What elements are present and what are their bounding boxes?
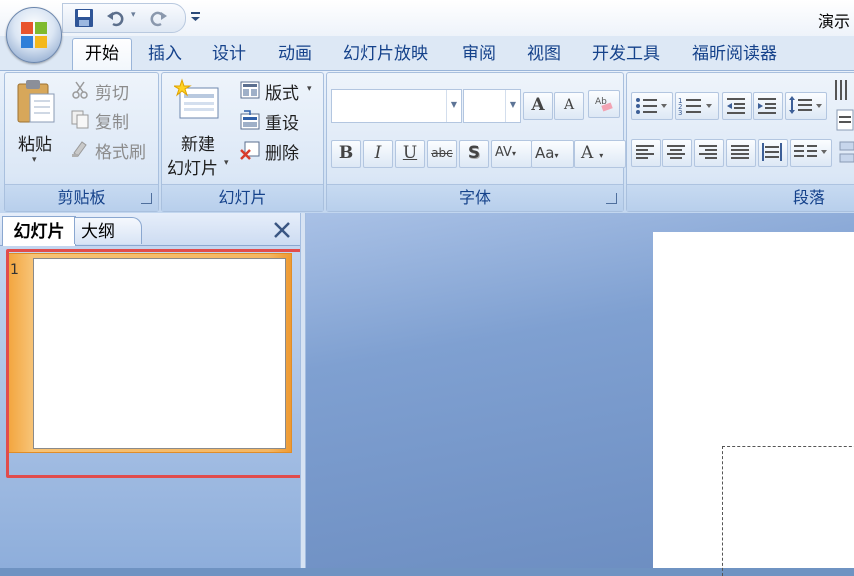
clear-format-icon: Ab	[595, 97, 613, 112]
paste-button[interactable]: 粘贴	[18, 130, 52, 155]
annotation-highlight-box	[6, 249, 340, 478]
text-shadow-button[interactable]: S	[459, 140, 489, 168]
font-color-dropdown-icon[interactable]: ▾	[599, 151, 603, 160]
new-slide-icon[interactable]	[174, 78, 222, 124]
redo-icon[interactable]	[147, 7, 169, 29]
increase-indent-icon	[758, 98, 776, 114]
delete-slide-icon	[240, 141, 260, 160]
char-spacing-button[interactable]: AV▾	[491, 140, 532, 168]
format-painter-button[interactable]: 格式刷	[95, 138, 146, 163]
layout-icon	[240, 81, 260, 99]
shrink-font-button[interactable]: A	[554, 92, 584, 120]
line-spacing-button[interactable]	[785, 92, 827, 120]
office-button[interactable]	[6, 7, 62, 63]
tab-slideshow[interactable]: 幻灯片放映	[343, 42, 428, 68]
change-case-dropdown-icon[interactable]: ▾	[554, 151, 558, 160]
tab-design[interactable]: 设计	[212, 42, 246, 68]
italic-button[interactable]: I	[363, 140, 393, 168]
format-painter-icon	[72, 141, 87, 157]
tab-insert[interactable]: 插入	[148, 42, 182, 68]
clear-format-button[interactable]: Ab	[588, 90, 620, 118]
columns-button[interactable]	[790, 139, 832, 167]
increase-indent-button[interactable]	[753, 92, 783, 120]
tab-outline[interactable]: 大纲	[74, 217, 142, 244]
paragraph-group-label: 段落	[627, 184, 854, 211]
quick-access-toolbar: ▾	[62, 3, 186, 33]
bullets-icon	[636, 98, 667, 114]
strikethrough-button[interactable]: abc	[427, 140, 457, 168]
align-left-icon	[636, 145, 654, 159]
copy-button[interactable]: 复制	[95, 108, 129, 133]
align-center-icon	[667, 145, 685, 159]
distributed-align-icon	[762, 143, 782, 161]
font-size-combo[interactable]: ▼	[463, 89, 521, 123]
layout-dropdown-icon[interactable]: ▾	[307, 84, 312, 94]
justify-button[interactable]	[726, 139, 756, 167]
font-group-label: 字体	[327, 184, 623, 211]
align-text-icon[interactable]	[836, 108, 854, 132]
distributed-align-button[interactable]	[758, 139, 788, 167]
tab-home[interactable]: 开始	[72, 38, 132, 73]
paste-dropdown-icon[interactable]: ▾	[32, 155, 37, 165]
copy-icon	[71, 110, 89, 129]
tab-view[interactable]: 视图	[527, 42, 561, 68]
reset-button[interactable]: 重设	[265, 109, 299, 134]
window-title: 演示	[818, 12, 851, 31]
cut-button[interactable]: 剪切	[95, 79, 129, 104]
customize-icon[interactable]	[190, 9, 202, 23]
line-spacing-icon	[789, 96, 822, 114]
change-case-button[interactable]: Aa▾	[531, 140, 574, 168]
decrease-indent-button[interactable]	[722, 92, 752, 120]
delete-slide-button[interactable]: 删除	[265, 139, 299, 164]
align-center-button[interactable]	[662, 139, 692, 167]
char-spacing-dropdown-icon[interactable]: ▾	[512, 149, 516, 158]
cut-icon	[72, 81, 88, 99]
underline-button[interactable]: U	[395, 140, 425, 168]
svg-text:3: 3	[678, 109, 682, 117]
clipboard-group-label: 剪贴板	[5, 184, 158, 211]
columns-icon	[794, 145, 827, 157]
font-color-button[interactable]: A ▾	[574, 140, 626, 168]
bold-button[interactable]: B	[331, 140, 361, 168]
new-slide-label-line1[interactable]: 新建	[181, 130, 215, 155]
char-spacing-label: AV	[495, 145, 512, 160]
align-right-icon	[699, 145, 717, 159]
text-placeholder[interactable]	[722, 446, 854, 576]
font-size-dropdown-icon[interactable]: ▼	[505, 90, 520, 122]
clipboard-launcher-icon[interactable]	[141, 193, 152, 204]
align-right-button[interactable]	[694, 139, 724, 167]
slides-group-label: 幻灯片	[162, 184, 323, 211]
bullets-button[interactable]	[631, 92, 673, 120]
tab-foxit-reader[interactable]: 福昕阅读器	[692, 42, 777, 68]
numbering-button[interactable]: 123	[675, 92, 719, 120]
align-left-button[interactable]	[631, 139, 661, 167]
numbering-icon: 123	[678, 97, 712, 117]
office-logo-icon	[21, 22, 47, 48]
undo-dropdown-icon[interactable]: ▾	[131, 10, 136, 20]
change-case-label: Aa	[535, 144, 555, 162]
new-slide-label-line2[interactable]: 幻灯片	[167, 154, 218, 179]
tab-slides[interactable]: 幻灯片	[2, 216, 76, 247]
smartart-icon[interactable]	[836, 139, 854, 165]
tab-animation[interactable]: 动画	[278, 42, 312, 68]
tab-review[interactable]: 审阅	[462, 42, 496, 68]
font-color-label: A	[581, 143, 594, 163]
layout-button[interactable]: 版式	[265, 79, 299, 104]
decrease-indent-icon	[727, 98, 745, 114]
tab-developer[interactable]: 开发工具	[592, 42, 660, 68]
font-launcher-icon[interactable]	[606, 193, 617, 204]
font-name-combo[interactable]: ▼	[331, 89, 462, 123]
paste-icon[interactable]	[14, 78, 60, 126]
close-icon[interactable]	[272, 220, 292, 240]
reset-icon	[240, 110, 260, 130]
save-icon[interactable]	[73, 7, 95, 29]
new-slide-dropdown-icon[interactable]: ▾	[224, 158, 229, 168]
undo-icon[interactable]	[105, 7, 127, 29]
text-direction-icon[interactable]	[832, 78, 854, 104]
font-name-dropdown-icon[interactable]: ▼	[446, 90, 461, 122]
justify-icon	[731, 145, 749, 159]
grow-font-button[interactable]: A	[523, 92, 553, 120]
